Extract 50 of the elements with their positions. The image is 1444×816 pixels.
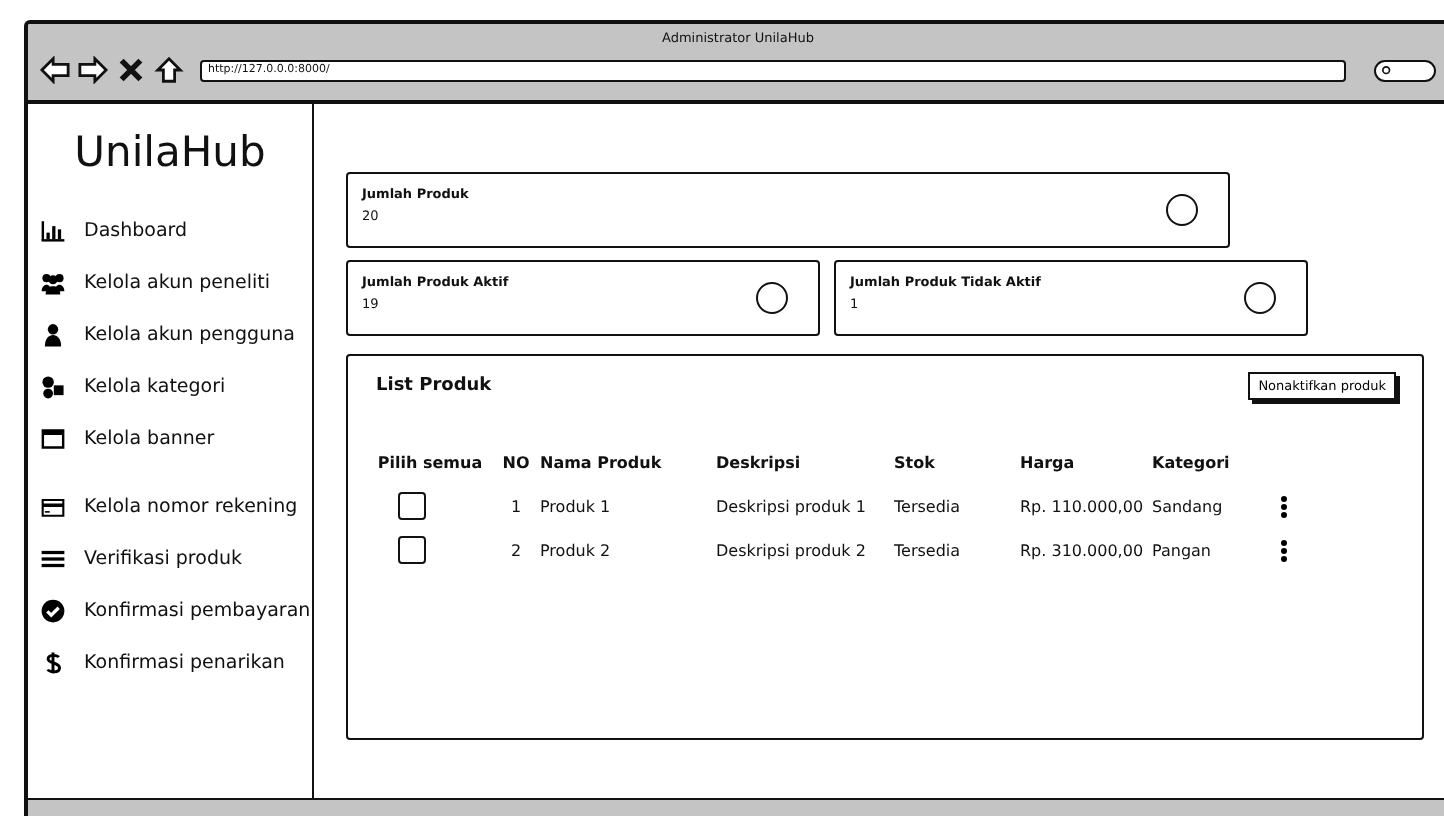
row-checkbox[interactable] [398, 536, 426, 564]
column-header: Kategori [1152, 451, 1232, 476]
column-header: Deskripsi [716, 451, 803, 476]
circle-icon [756, 282, 788, 314]
card-icon [40, 493, 66, 519]
close-icon[interactable] [116, 56, 146, 84]
sidebar-item[interactable]: Kelola nomor rekening [40, 480, 312, 532]
table-cell: 1 [510, 497, 522, 515]
panel-title: List Produk [376, 376, 492, 396]
brand-title: UnilaHub [72, 128, 268, 176]
table-cell: 2 [510, 541, 522, 559]
list-icon [40, 545, 66, 571]
sidebar-item[interactable]: Konfirmasi pembayaran [40, 584, 312, 636]
table-cell: Tersedia [894, 541, 961, 559]
sidebar-item[interactable]: Kelola akun peneliti [40, 256, 312, 308]
column-header: Nama Produk [540, 451, 664, 475]
table-cell: Rp. 110.000,00 [1020, 497, 1144, 515]
table-cell: Tersedia [894, 497, 961, 515]
column-header: Harga [1020, 451, 1077, 476]
sidebar-item[interactable]: Konfirmasi penarikan [40, 636, 312, 688]
table-cell: Produk 2 [540, 541, 611, 559]
table-cell: Produk 1 [540, 497, 611, 515]
select-all-label[interactable]: Pilih semua [368, 440, 492, 484]
table-cell: Sandang [1152, 497, 1223, 515]
sidebar-item[interactable]: Dashboard [40, 204, 312, 256]
search-field[interactable] [1374, 59, 1436, 81]
chart-icon [40, 217, 66, 243]
circle-icon [1166, 194, 1198, 226]
users-icon [40, 269, 66, 295]
back-icon[interactable] [40, 56, 70, 84]
more-icon[interactable] [1280, 539, 1288, 561]
table-cell: Rp. 310.000,00 [1020, 541, 1144, 559]
table-cell: Pangan [1152, 541, 1211, 559]
circle-icon [1244, 282, 1276, 314]
forward-icon[interactable] [78, 56, 108, 84]
column-header: NO [500, 451, 532, 475]
window-icon [40, 425, 66, 451]
user-icon [40, 321, 66, 347]
search-icon [1382, 65, 1392, 75]
shapes-icon [40, 373, 66, 399]
sidebar-item[interactable]: Kelola banner [40, 412, 312, 464]
column-header: Stok [894, 451, 937, 475]
check-icon [40, 597, 66, 623]
more-icon[interactable] [1280, 495, 1288, 517]
table-cell: Deskripsi produk 1 [716, 497, 866, 515]
row-checkbox[interactable] [398, 492, 426, 520]
sidebar-item[interactable]: Verifikasi produk [40, 532, 312, 584]
sidebar-item[interactable]: Kelola akun pengguna [40, 308, 312, 360]
table-cell: Deskripsi produk 2 [716, 541, 866, 559]
sidebar-item[interactable]: Kelola kategori [40, 360, 312, 412]
